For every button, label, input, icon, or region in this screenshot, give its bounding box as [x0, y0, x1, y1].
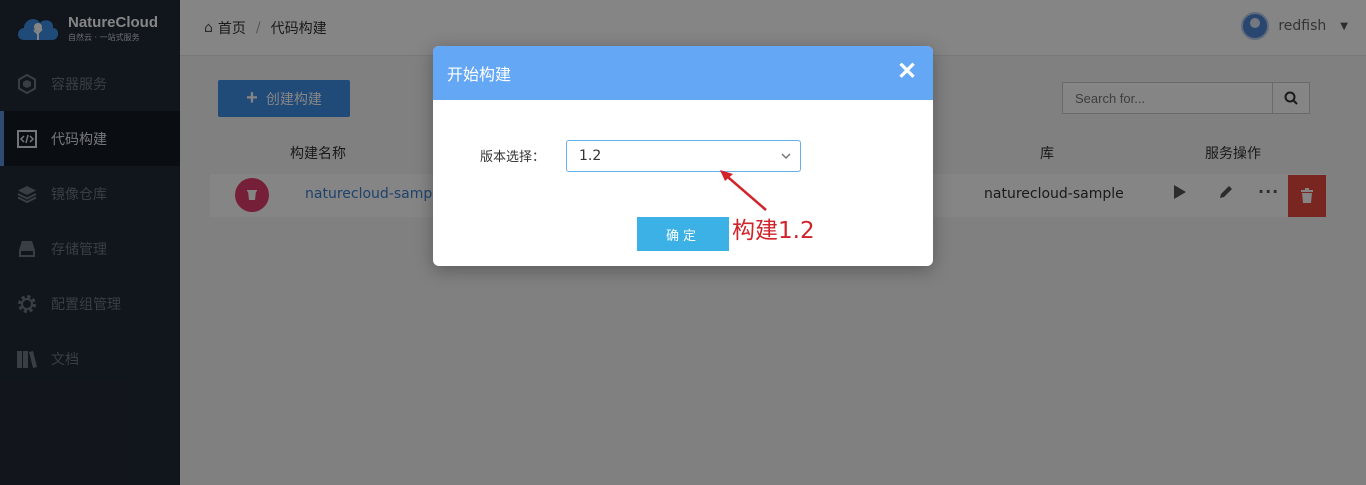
- version-label: 版本选择：: [480, 150, 546, 165]
- annotation-text: 构建1.2: [732, 218, 815, 244]
- dialog-header: 开始构建 ✕: [433, 46, 933, 100]
- version-select-value: 1.2: [579, 148, 602, 164]
- confirm-button[interactable]: 确定: [637, 217, 729, 251]
- close-icon[interactable]: ✕: [895, 60, 919, 84]
- annotation-arrow: [720, 170, 767, 211]
- chevron-down-icon: [781, 153, 791, 160]
- start-build-dialog: 开始构建 ✕ 版本选择： 1.2 确定: [433, 46, 933, 266]
- dialog-title: 开始构建: [447, 65, 512, 84]
